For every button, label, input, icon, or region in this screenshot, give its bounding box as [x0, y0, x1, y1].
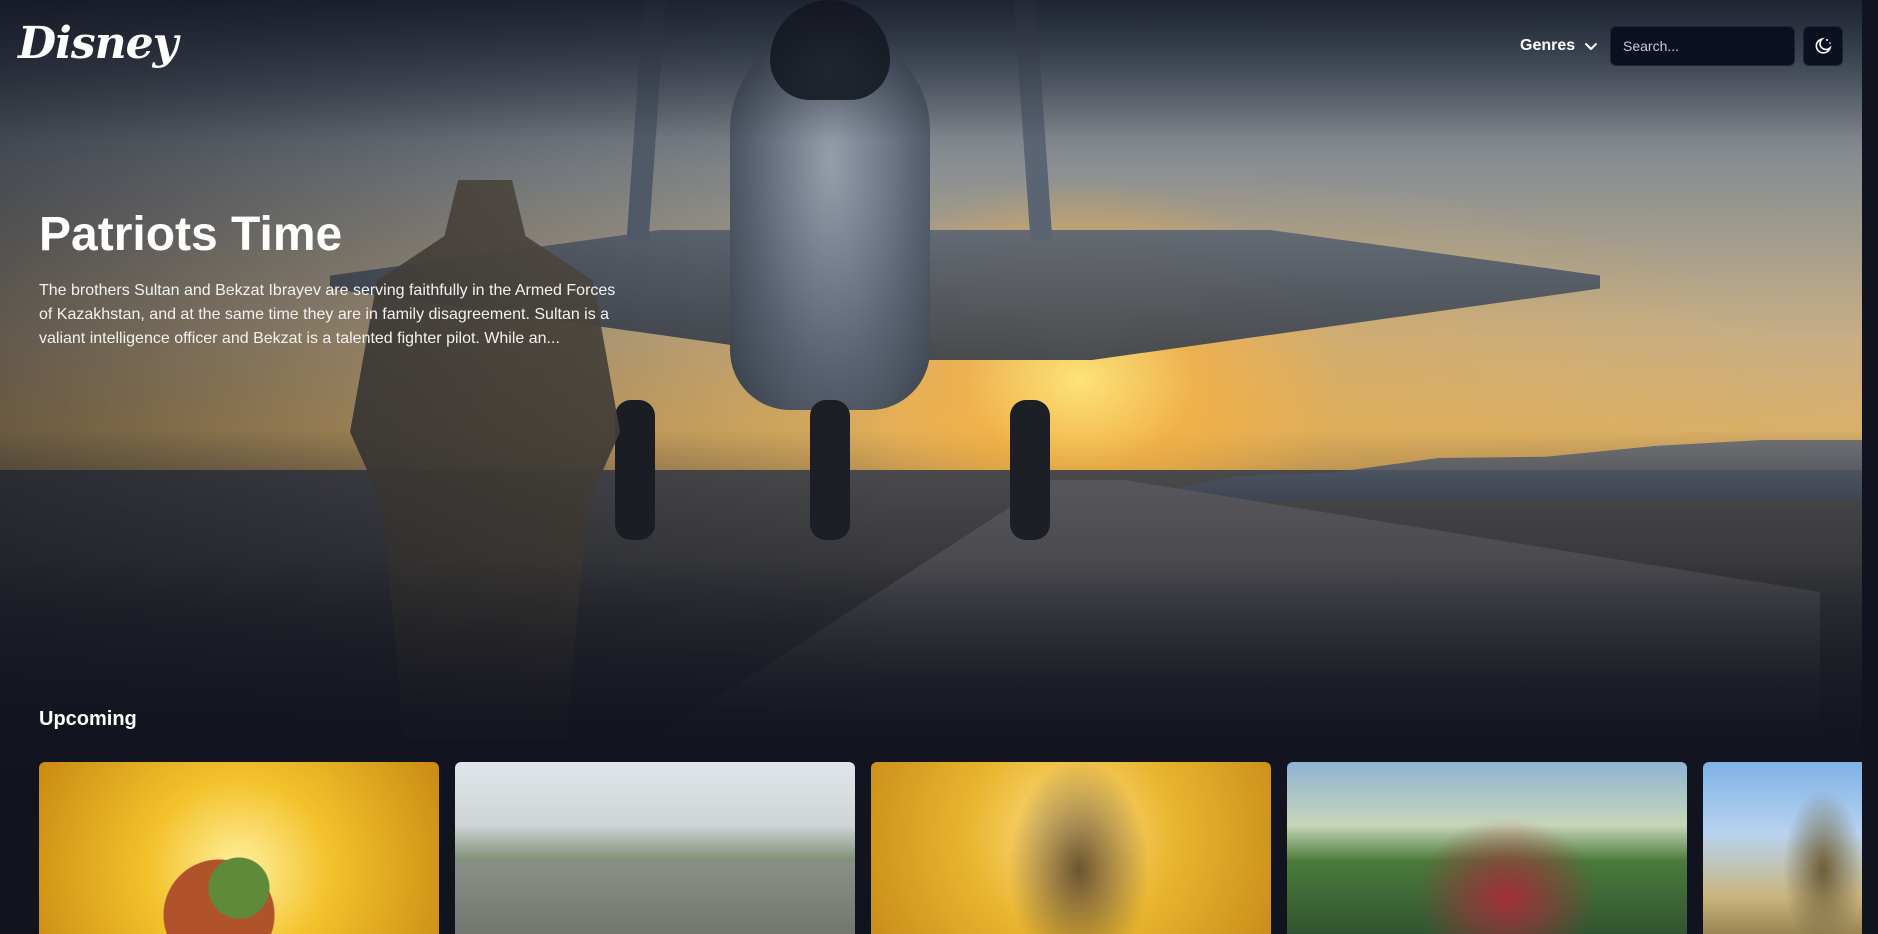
hero-info: Patriots Time The brothers Sultan and Be…: [39, 205, 619, 351]
movie-card[interactable]: [871, 762, 1271, 934]
disney-logo[interactable]: Disney: [18, 14, 178, 74]
movie-card[interactable]: [1703, 762, 1862, 934]
upcoming-row: [39, 762, 1862, 934]
movie-card[interactable]: [455, 762, 855, 934]
section-title-upcoming: Upcoming: [39, 708, 137, 730]
hero-jet-gear: [1010, 400, 1050, 540]
chevron-down-icon: [1585, 43, 1598, 50]
search-input[interactable]: [1610, 26, 1795, 66]
movie-card[interactable]: [1287, 762, 1687, 934]
movie-card[interactable]: [39, 762, 439, 934]
genres-label: Genres: [1520, 37, 1576, 54]
moon-stars-icon: [1815, 37, 1832, 54]
hero-description: The brothers Sultan and Bekzat Ibrayev a…: [39, 282, 616, 347]
genres-dropdown[interactable]: Genres: [1520, 34, 1599, 58]
top-navbar: Disney Genres: [0, 0, 1862, 90]
hero-title: Patriots Time: [39, 208, 343, 261]
theme-toggle-button[interactable]: [1803, 26, 1843, 66]
